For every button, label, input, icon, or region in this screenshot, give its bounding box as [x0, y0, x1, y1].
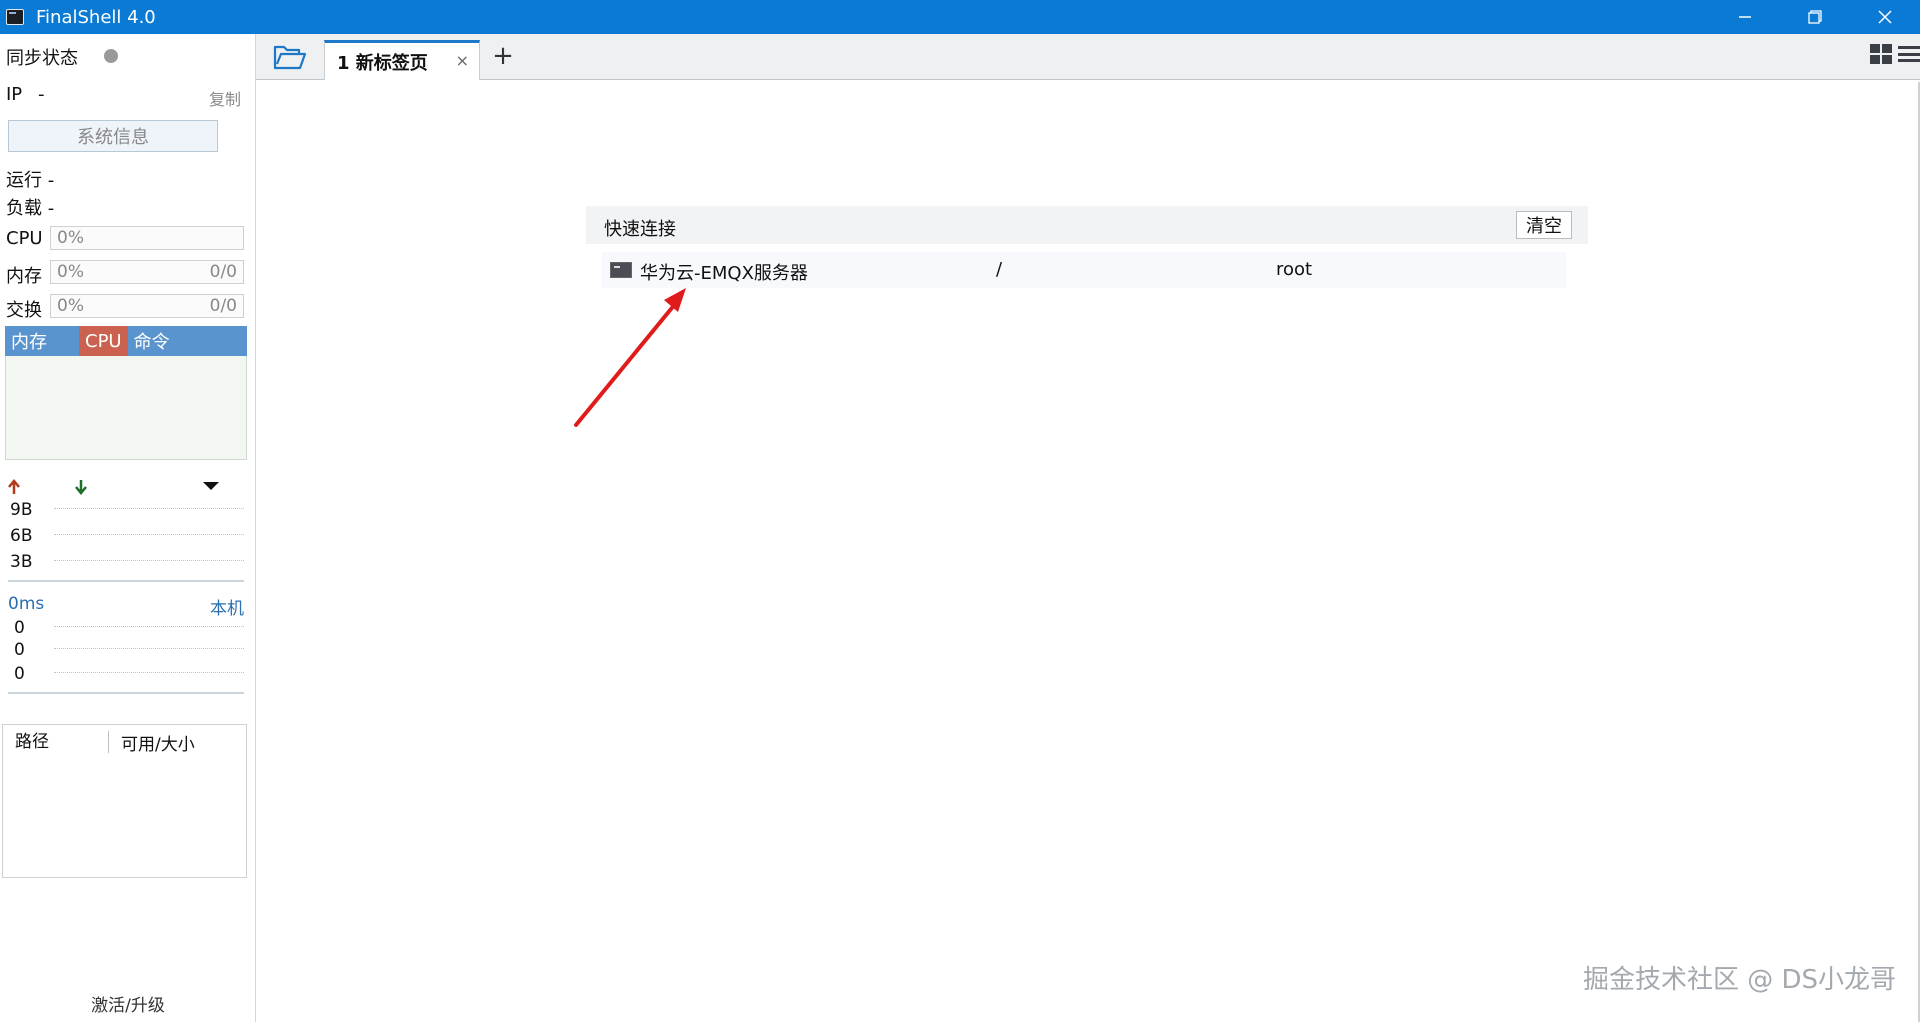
- window-title: FinalShell 4.0: [36, 6, 156, 28]
- add-tab-button[interactable]: +: [488, 42, 518, 72]
- memory-label: 内存: [6, 266, 42, 287]
- column-path[interactable]: 路径: [3, 731, 109, 753]
- net-axis-label: 3B: [10, 552, 33, 572]
- restore-button[interactable]: [1780, 0, 1850, 34]
- restore-icon: [1808, 10, 1822, 24]
- connection-item[interactable]: 华为云-EMQX服务器 / root: [602, 252, 1566, 288]
- cpu-percent: 0%: [57, 228, 84, 248]
- filesystem-header: 路径 可用/大小: [3, 725, 246, 759]
- network-graph: 9B 6B 3B: [6, 476, 246, 610]
- tab-close-icon[interactable]: ×: [456, 51, 469, 70]
- sync-status-label: 同步状态: [6, 48, 78, 69]
- tab-bar: 1 新标签页 × +: [256, 34, 1920, 80]
- download-arrow-icon: [75, 480, 87, 495]
- clear-button[interactable]: 清空: [1516, 211, 1572, 239]
- tab-label: 1 新标签页: [337, 52, 428, 74]
- memory-percent: 0%: [57, 262, 84, 282]
- upload-arrow-icon: [8, 479, 20, 494]
- sync-status-dot: [104, 49, 118, 63]
- grid-view-icon[interactable]: [1870, 44, 1892, 64]
- connection-name: 华为云-EMQX服务器: [640, 263, 808, 284]
- ip-value: -: [38, 84, 45, 105]
- minimize-button[interactable]: [1710, 0, 1780, 34]
- tab-new-tab[interactable]: 1 新标签页 ×: [324, 40, 480, 80]
- system-info-button[interactable]: 系统信息: [8, 120, 218, 152]
- ping-axis-label: 0: [14, 664, 25, 684]
- ping-axis-label: 0: [14, 640, 25, 660]
- swap-ratio: 0/0: [209, 296, 237, 316]
- menu-icon[interactable]: [1898, 44, 1920, 64]
- sidebar: 同步状态 IP - 复制 系统信息 运行 - 负载 - CPU 0% 内存 0%…: [0, 34, 256, 1022]
- tab-memory[interactable]: 内存: [5, 326, 79, 356]
- close-window-button[interactable]: [1850, 0, 1920, 34]
- window-controls: [1710, 0, 1920, 34]
- cpu-label: CPU: [6, 228, 43, 249]
- host-select[interactable]: 本机: [210, 594, 244, 619]
- connection-user: root: [1276, 259, 1313, 280]
- annotation-arrow: [574, 288, 686, 427]
- filesystem-table: 路径 可用/大小: [2, 724, 247, 878]
- latency-graph: 0ms 本机 0 0 0: [6, 594, 246, 712]
- terminal-icon: [610, 262, 632, 278]
- minimize-icon: [1739, 16, 1751, 18]
- cpu-meter: 0%: [50, 226, 244, 250]
- column-available-size[interactable]: 可用/大小: [109, 730, 195, 755]
- close-icon: [1878, 10, 1892, 24]
- tab-command[interactable]: 命令: [128, 326, 176, 356]
- ip-label: IP: [6, 84, 23, 105]
- swap-label: 交换: [6, 300, 42, 321]
- load-status: 负载 -: [6, 198, 55, 219]
- app-icon: [6, 9, 24, 25]
- swap-percent: 0%: [57, 296, 84, 316]
- activate-upgrade-link[interactable]: 激活/升级: [0, 991, 256, 1016]
- layout-controls: [1870, 44, 1920, 64]
- folder-icon: [273, 45, 307, 70]
- latency-value: 0ms: [8, 594, 45, 614]
- process-tabs: 内存 CPU 命令: [5, 326, 247, 356]
- title-bar: FinalShell 4.0: [0, 0, 1920, 34]
- swap-meter: 0% 0/0: [50, 294, 244, 318]
- net-axis-label: 6B: [10, 526, 33, 546]
- tab-cpu[interactable]: CPU: [79, 326, 128, 356]
- quick-connect-header: 快速连接 清空: [586, 206, 1588, 244]
- network-legend: [8, 479, 219, 495]
- memory-ratio: 0/0: [209, 262, 237, 282]
- run-status: 运行 -: [6, 170, 55, 191]
- quick-connect-title: 快速连接: [604, 219, 676, 240]
- net-axis-label: 9B: [10, 500, 33, 520]
- open-folder-button[interactable]: [272, 42, 308, 72]
- copy-ip-link[interactable]: 复制: [209, 86, 241, 110]
- watermark: 掘金技术社区 @ DS小龙哥: [1582, 965, 1896, 995]
- process-list: [5, 356, 247, 460]
- connection-path: /: [996, 259, 1003, 280]
- interface-dropdown-icon: [203, 482, 219, 490]
- ping-axis-label: 0: [14, 618, 25, 638]
- memory-meter: 0% 0/0: [50, 260, 244, 284]
